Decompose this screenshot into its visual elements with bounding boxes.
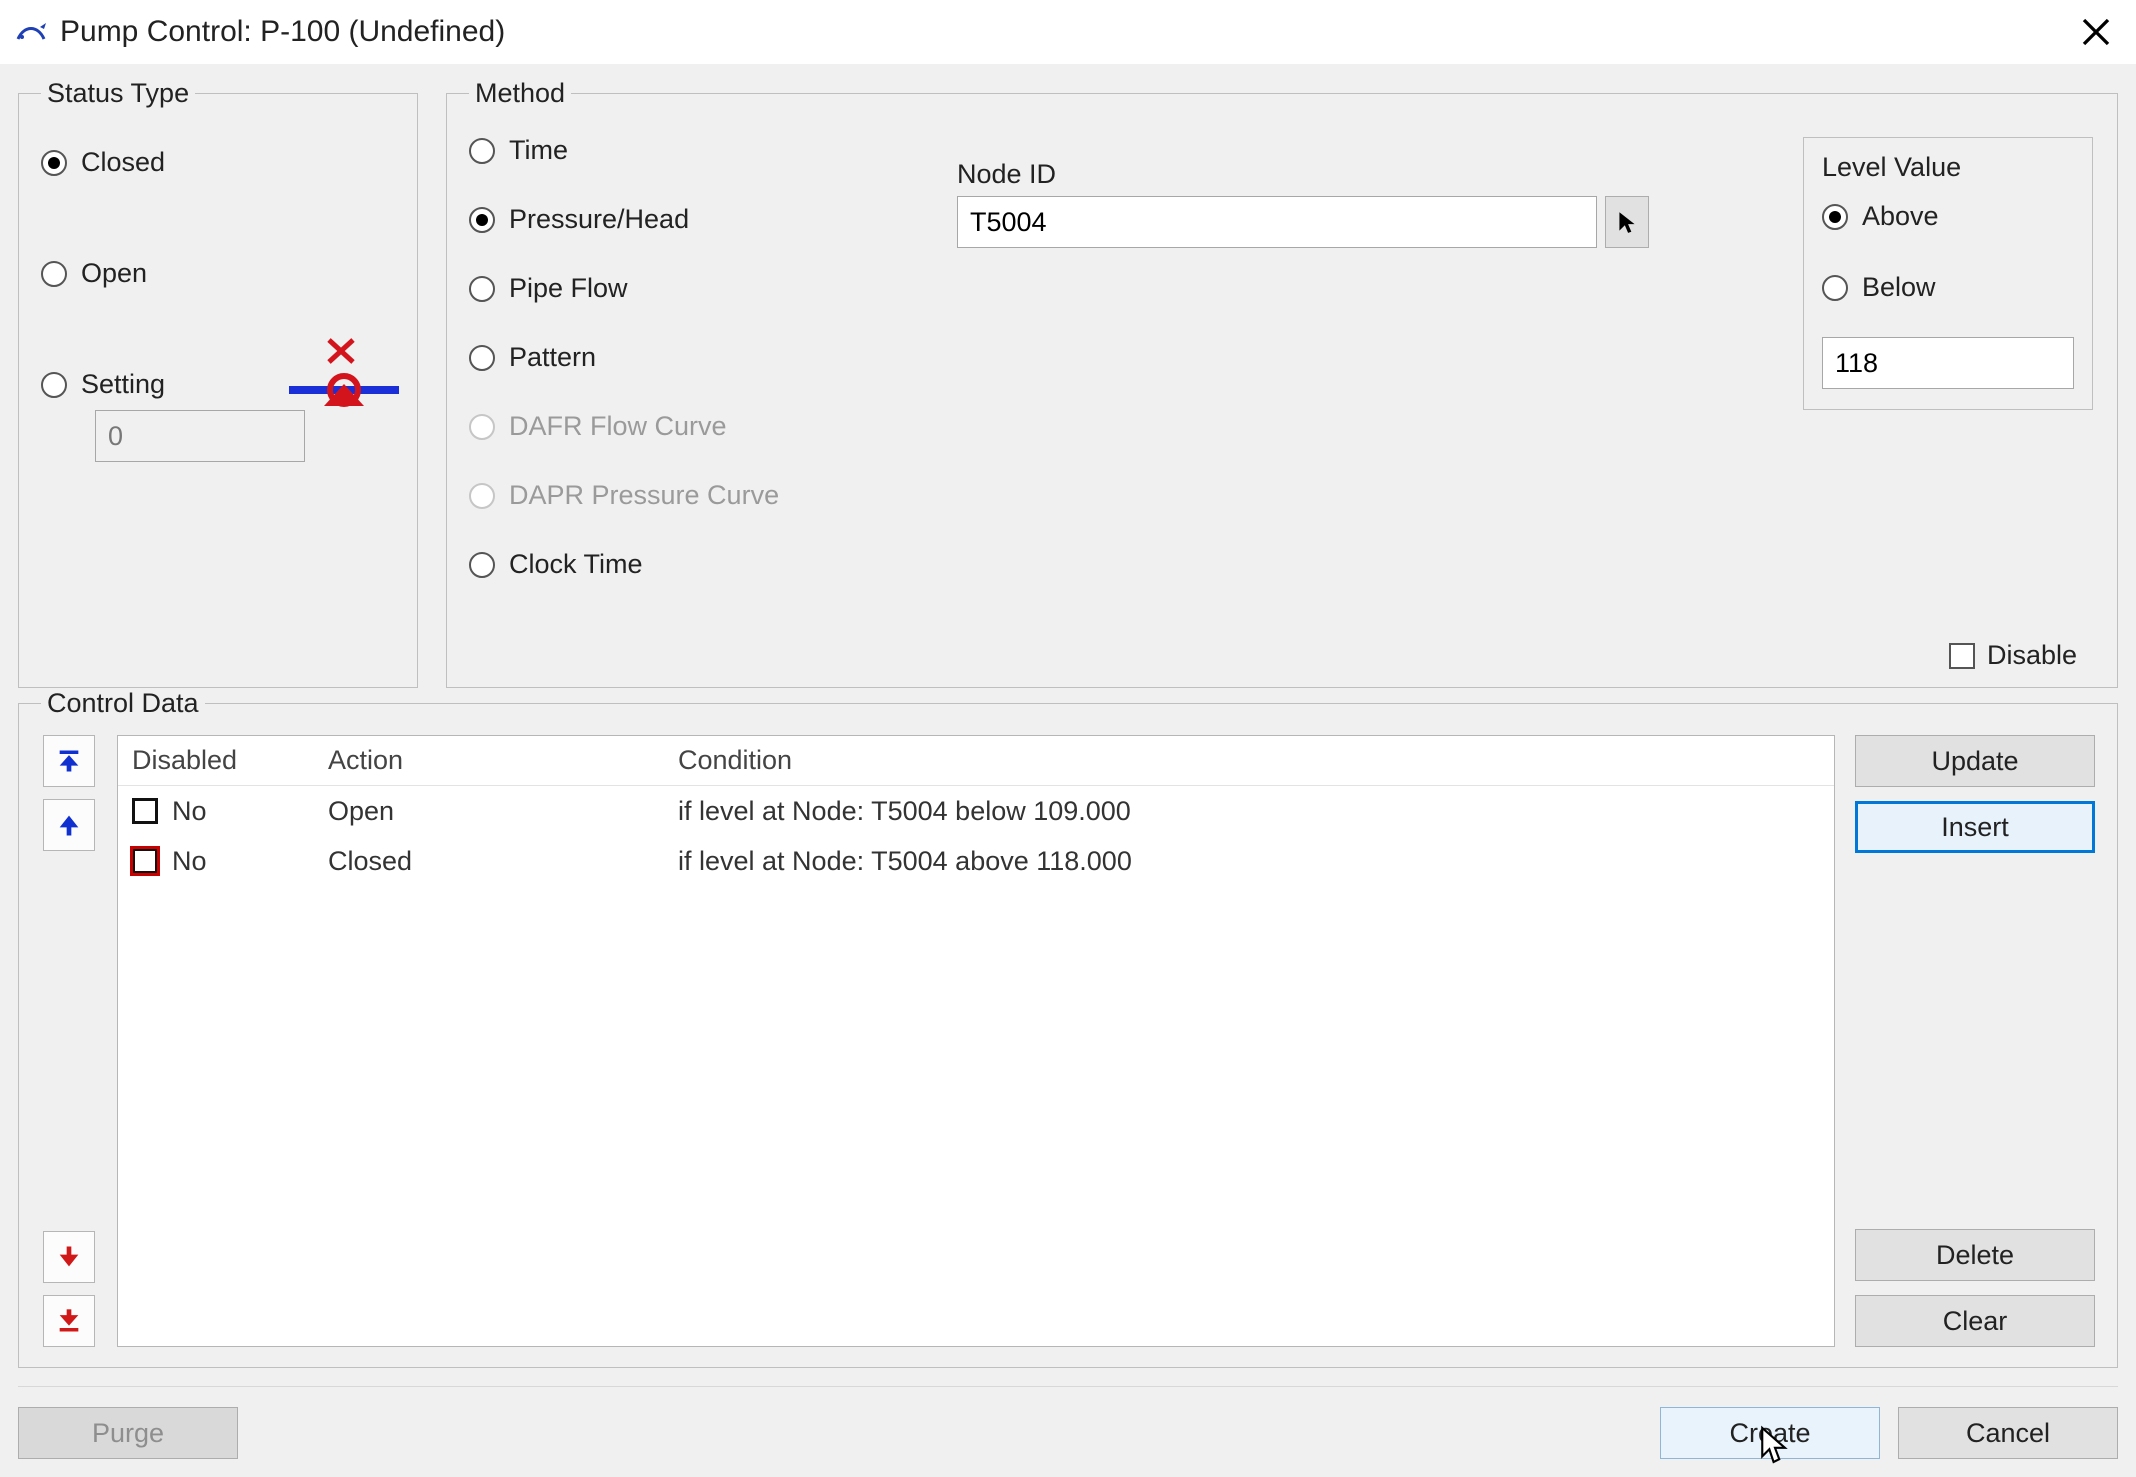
move-bottom-button[interactable] (43, 1295, 95, 1347)
control-data-legend: Control Data (41, 688, 205, 719)
radio-pattern[interactable]: Pattern (469, 342, 929, 373)
status-type-group: Status Type Closed Open Setting (18, 78, 418, 688)
client-area: Status Type Closed Open Setting (0, 64, 2136, 1477)
node-id-block: Node ID (957, 159, 1649, 248)
radio-icon (469, 276, 495, 302)
arrow-up-icon (55, 811, 83, 839)
radio-dapr-label: DAPR Pressure Curve (509, 480, 779, 511)
window-title: Pump Control: P-100 (Undefined) (60, 15, 505, 49)
radio-icon (1822, 204, 1848, 230)
radio-dapr: DAPR Pressure Curve (469, 480, 929, 511)
row-condition: if level at Node: T5004 below 109.000 (678, 796, 1834, 827)
radio-icon (469, 414, 495, 440)
app-icon (14, 15, 48, 49)
disable-label: Disable (1987, 640, 2077, 671)
cancel-button[interactable]: Cancel (1898, 1407, 2118, 1459)
cursor-arrow-icon (1614, 209, 1640, 235)
delete-button[interactable]: Delete (1855, 1229, 2095, 1281)
radio-pressure-head[interactable]: Pressure/Head (469, 204, 929, 235)
row-disabled-checkbox[interactable] (132, 798, 158, 824)
radio-icon (469, 345, 495, 371)
table-row[interactable]: No Open if level at Node: T5004 below 10… (118, 786, 1834, 836)
insert-button[interactable]: Insert (1855, 801, 2095, 853)
radio-above[interactable]: Above (1822, 201, 2074, 232)
titlebar: Pump Control: P-100 (Undefined) (0, 0, 2136, 64)
arrow-bottom-icon (55, 1307, 83, 1335)
col-action: Action (328, 745, 678, 776)
radio-icon (469, 207, 495, 233)
level-value-legend: Level Value (1822, 152, 2074, 183)
radio-open[interactable]: Open (41, 258, 395, 289)
move-top-button[interactable] (43, 735, 95, 787)
update-button[interactable]: Update (1855, 735, 2095, 787)
pump-control-dialog: Pump Control: P-100 (Undefined) Status T… (0, 0, 2136, 1477)
radio-setting-label: Setting (81, 369, 165, 400)
node-id-input[interactable] (957, 196, 1597, 248)
table-row[interactable]: No Closed if level at Node: T5004 above … (118, 836, 1834, 886)
control-rules-table[interactable]: Disabled Action Condition No Open if lev… (117, 735, 1835, 1347)
radio-closed-label: Closed (81, 147, 165, 178)
method-group: Method Time Pressure/Head Pipe Flow (446, 78, 2118, 688)
level-value-group: Level Value Above Below (1803, 137, 2093, 410)
radio-pattern-label: Pattern (509, 342, 596, 373)
col-disabled: Disabled (118, 745, 328, 776)
row-condition: if level at Node: T5004 above 118.000 (678, 846, 1834, 877)
row-disabled-text: No (172, 796, 207, 827)
node-id-label: Node ID (957, 159, 1649, 190)
status-type-legend: Status Type (41, 78, 195, 109)
setting-value-input (95, 410, 305, 462)
radio-icon (41, 261, 67, 287)
radio-icon (41, 150, 67, 176)
radio-above-label: Above (1862, 201, 1939, 232)
control-data-group: Control Data (18, 688, 2118, 1368)
create-button[interactable]: Create (1660, 1407, 1880, 1459)
arrow-top-icon (55, 747, 83, 775)
node-pick-button[interactable] (1605, 196, 1649, 248)
purge-button: Purge (18, 1407, 238, 1459)
pump-closed-icon (289, 334, 399, 414)
control-buttons: Update Insert Delete Clear (1855, 735, 2095, 1347)
radio-time-label: Time (509, 135, 568, 166)
level-value-input[interactable] (1822, 337, 2074, 389)
radio-pipe-flow[interactable]: Pipe Flow (469, 273, 929, 304)
dialog-footer: Purge Create Cancel (18, 1386, 2118, 1459)
radio-icon (469, 483, 495, 509)
radio-pipe-flow-label: Pipe Flow (509, 273, 628, 304)
radio-icon (469, 552, 495, 578)
clear-button[interactable]: Clear (1855, 1295, 2095, 1347)
radio-dafr-label: DAFR Flow Curve (509, 411, 727, 442)
radio-open-label: Open (81, 258, 147, 289)
col-condition: Condition (678, 745, 1834, 776)
radio-dafr: DAFR Flow Curve (469, 411, 929, 442)
close-icon[interactable] (2074, 10, 2118, 54)
radio-clock-time-label: Clock Time (509, 549, 643, 580)
radio-pressure-head-label: Pressure/Head (509, 204, 689, 235)
disable-checkbox[interactable]: Disable (1949, 640, 2077, 671)
row-disabled-text: No (172, 846, 207, 877)
radio-time[interactable]: Time (469, 135, 929, 166)
row-action: Open (328, 796, 678, 827)
radio-below[interactable]: Below (1822, 272, 2074, 303)
row-disabled-checkbox[interactable] (132, 848, 158, 874)
move-down-button[interactable] (43, 1231, 95, 1283)
move-up-button[interactable] (43, 799, 95, 851)
table-header: Disabled Action Condition (118, 736, 1834, 786)
radio-icon (41, 372, 67, 398)
row-action: Closed (328, 846, 678, 877)
radio-below-label: Below (1862, 272, 1936, 303)
checkbox-icon (1949, 643, 1975, 669)
radio-icon (469, 138, 495, 164)
radio-closed[interactable]: Closed (41, 147, 395, 178)
arrow-down-icon (55, 1243, 83, 1271)
radio-icon (1822, 275, 1848, 301)
radio-clock-time[interactable]: Clock Time (469, 549, 929, 580)
row-move-buttons (41, 735, 97, 1347)
method-legend: Method (469, 78, 571, 109)
